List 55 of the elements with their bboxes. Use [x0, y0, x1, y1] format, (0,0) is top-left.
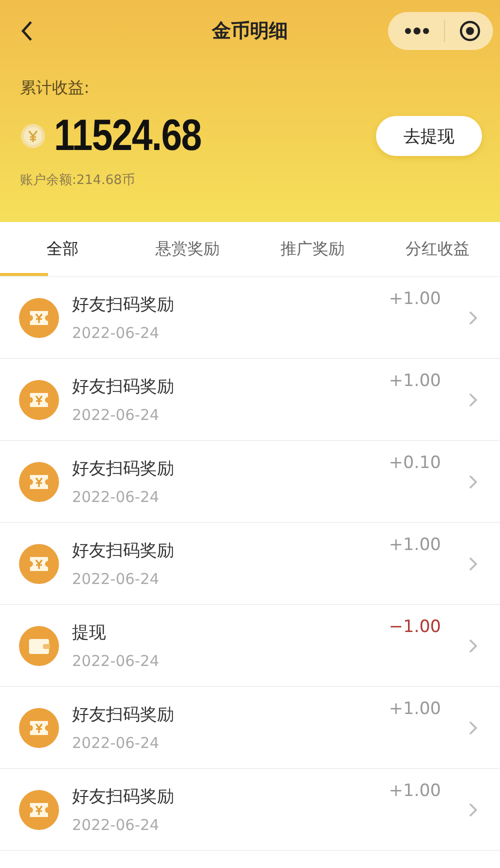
record-date: 2022-06-24: [72, 570, 160, 588]
withdraw-button[interactable]: 去提现: [376, 116, 482, 156]
tab[interactable]: 分红收益: [375, 222, 500, 276]
record-title: 好友扫码奖励: [72, 540, 175, 562]
record-amount: +1.00: [388, 289, 441, 309]
ticket-icon: [19, 790, 59, 830]
chevron-right-icon: [468, 556, 478, 572]
record-title: 好友扫码奖励: [72, 704, 175, 726]
chevron-right-icon: [468, 474, 478, 490]
chevron-right-icon: [468, 638, 478, 654]
record-row[interactable]: 好友扫码奖励 2022-06-24 +1.00: [0, 769, 500, 851]
record-row[interactable]: 好友扫码奖励 2022-06-24 +1.00: [0, 523, 500, 605]
wallet-icon: [19, 626, 59, 666]
record-title: 好友扫码奖励: [72, 786, 175, 808]
more-icon[interactable]: [404, 27, 430, 35]
coin-icon: [20, 123, 46, 149]
record-row[interactable]: 好友扫码奖励 2022-06-24 +1.00: [0, 687, 500, 769]
record-title: 提现: [72, 622, 107, 644]
ticket-icon: [19, 380, 59, 420]
record-title: 好友扫码奖励: [72, 376, 175, 398]
chevron-right-icon: [468, 802, 478, 818]
chevron-right-icon: [468, 720, 478, 736]
tab[interactable]: 全部: [0, 222, 125, 276]
record-amount: +1.00: [388, 371, 441, 391]
ticket-icon: [19, 298, 59, 338]
tab[interactable]: 悬赏奖励: [125, 222, 250, 276]
back-icon[interactable]: [20, 20, 34, 42]
record-amount: +1.00: [388, 781, 441, 801]
ticket-icon: [19, 708, 59, 748]
record-date: 2022-06-24: [72, 324, 160, 342]
summary-label: 累计收益:: [20, 78, 90, 99]
record-amount: +0.10: [388, 453, 441, 473]
record-row[interactable]: 好友扫码奖励 2022-06-24 +1.00: [0, 277, 500, 359]
record-date: 2022-06-24: [72, 734, 160, 752]
record-amount: +1.00: [388, 535, 441, 555]
record-amount: +1.00: [388, 699, 441, 719]
record-title: 好友扫码奖励: [72, 294, 175, 316]
record-date: 2022-06-24: [72, 816, 160, 834]
ticket-icon: [19, 462, 59, 502]
record-date: 2022-06-24: [72, 652, 160, 670]
ticket-icon: [19, 544, 59, 584]
record-date: 2022-06-24: [72, 488, 160, 506]
chevron-right-icon: [468, 392, 478, 408]
close-icon[interactable]: [459, 20, 481, 42]
record-title: 好友扫码奖励: [72, 458, 175, 480]
record-row[interactable]: 好友扫码奖励 2022-06-24 +0.10: [0, 441, 500, 523]
record-row[interactable]: 提现 2022-06-24 −1.00: [0, 605, 500, 687]
record-amount: −1.00: [388, 617, 441, 637]
record-row[interactable]: 好友扫码奖励 2022-06-24 +1.00: [0, 359, 500, 441]
record-date: 2022-06-24: [72, 406, 160, 424]
tab[interactable]: 推广奖励: [250, 222, 375, 276]
page-title: 金币明细: [212, 19, 288, 44]
chevron-right-icon: [468, 310, 478, 326]
account-balance: 账户余额:214.68币: [20, 172, 136, 189]
total-earnings: 11524.68: [54, 111, 202, 161]
